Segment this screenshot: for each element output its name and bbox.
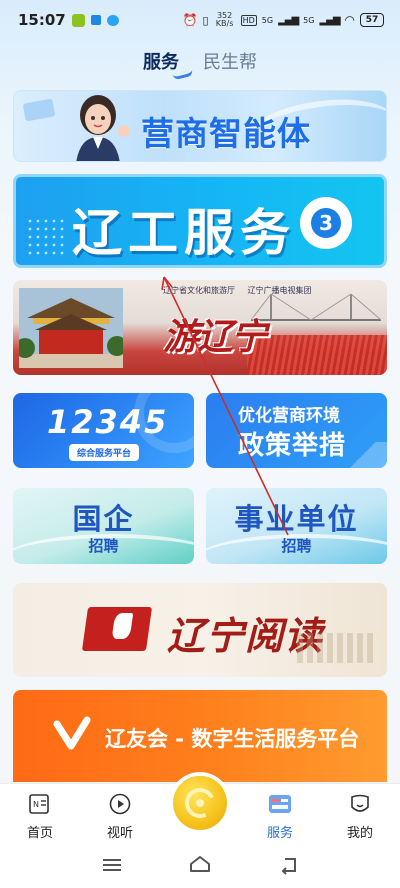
chat-icon xyxy=(106,14,119,26)
back-icon[interactable] xyxy=(277,855,301,875)
status-indicators: ⏰ ▯ 352 KB/s HD 5G ▂▄▆ 5G ▂▄▆ ◠ 57 xyxy=(183,12,384,28)
temple-icon xyxy=(19,288,123,368)
hd-icon: HD xyxy=(240,14,257,26)
gear-logo-badge: 3 xyxy=(311,208,341,238)
home-icon[interactable] xyxy=(188,855,212,875)
signal-5g-label: 5G xyxy=(261,15,274,25)
nav-home-label: 首页 xyxy=(26,826,53,841)
nav-service[interactable]: 服务 xyxy=(240,784,320,844)
system-nav-bar xyxy=(0,843,400,888)
policy-line1: 优化营商环境 xyxy=(238,406,340,426)
card-soe-recruitment[interactable]: 国企 招聘 xyxy=(13,488,194,564)
tab-minshengbang-label: 民生帮 xyxy=(203,52,257,73)
card-icon xyxy=(23,99,55,121)
card-ligong-service[interactable]: 辽工服务 3 xyxy=(13,174,387,268)
signal-icon: ▂▄▆ xyxy=(278,14,299,26)
card-liaoning-reading[interactable]: 辽宁阅读 xyxy=(13,583,387,677)
policy-line2: 政策举措 xyxy=(238,431,347,461)
card-title: 营商智能体 xyxy=(141,114,311,153)
decorative-corner xyxy=(339,442,387,468)
news-icon: N xyxy=(29,794,49,814)
nav-service-label: 服务 xyxy=(266,826,293,841)
card-business-assistant[interactable]: 营商智能体 xyxy=(13,90,387,162)
nav-video-label: 视听 xyxy=(106,826,133,841)
menu-icon[interactable] xyxy=(100,855,124,875)
nav-video[interactable]: 视听 xyxy=(80,784,160,844)
public-inst-subtitle: 招聘 xyxy=(281,537,312,555)
card-title: 辽工服务 xyxy=(72,204,296,262)
center-logo-dot xyxy=(196,799,204,807)
signal-icon-2: ▂▄▆ xyxy=(319,14,340,26)
signal-5g-label-2: 5G xyxy=(303,15,315,25)
nav-home[interactable]: N 首页 xyxy=(0,784,80,844)
gear-logo-icon: 3 xyxy=(300,197,352,249)
bridge-icon xyxy=(251,293,381,321)
nav-profile[interactable]: 我的 xyxy=(320,784,400,844)
hotline-subtitle: 综合服务平台 xyxy=(69,444,140,461)
organizer-1: 辽宁省文化和旅游厅 xyxy=(163,286,235,295)
top-tabs: 服务 民生帮 xyxy=(0,48,400,84)
alarm-icon: ⏰ xyxy=(182,13,198,27)
red-beach-decoration xyxy=(247,335,387,375)
svg-text:N: N xyxy=(33,800,39,809)
decorative-dots xyxy=(26,217,66,257)
hotline-number: 12345 xyxy=(47,403,169,441)
card-title: 辽友会 - 数字生活服务平台 xyxy=(105,727,360,751)
play-icon xyxy=(109,793,131,815)
city-skyline-decoration xyxy=(297,633,377,663)
tab-service-label: 服务 xyxy=(143,52,179,73)
red-flag-icon xyxy=(81,607,153,651)
nav-profile-label: 我的 xyxy=(346,826,373,841)
card-title: 游辽宁 xyxy=(163,317,267,358)
battery-icon: 57 xyxy=(360,13,384,27)
card-business-policy[interactable]: 优化营商环境 政策举措 xyxy=(206,393,387,468)
profile-icon xyxy=(351,794,369,812)
card-travel-liaoning[interactable]: 辽宁省文化和旅游厅 辽宁广播电视集团 游辽宁 xyxy=(13,280,387,375)
wifi-icon: ◠ xyxy=(344,13,355,27)
vibrate-icon: ▯ xyxy=(202,13,209,27)
card-hotline-12345[interactable]: 12345 综合服务平台 xyxy=(13,393,194,468)
app-notification-icon xyxy=(71,13,85,27)
assistant-avatar-icon xyxy=(76,95,130,161)
net-speed: 352 KB/s xyxy=(215,11,234,28)
card-liaoyouhui[interactable]: 辽友会 - 数字生活服务平台 xyxy=(13,690,387,782)
center-logo-button[interactable] xyxy=(173,776,227,830)
tab-service[interactable]: 服务 xyxy=(143,48,194,84)
soe-title: 国企 xyxy=(72,502,135,536)
soe-subtitle: 招聘 xyxy=(88,537,119,555)
tab-minshengbang[interactable]: 民生帮 xyxy=(203,48,257,84)
help-icon xyxy=(269,795,291,813)
liaoyouhui-logo-icon xyxy=(53,716,91,750)
public-inst-title: 事业单位 xyxy=(234,502,359,536)
card-public-institution-recruitment[interactable]: 事业单位 招聘 xyxy=(206,488,387,564)
status-time: 15:07 xyxy=(18,11,66,29)
status-bar: 15:07 ⏰ ▯ 352 KB/s HD 5G ▂▄▆ 5G ▂▄▆ ◠ 57 xyxy=(0,0,400,40)
navigation-icon xyxy=(90,15,101,25)
